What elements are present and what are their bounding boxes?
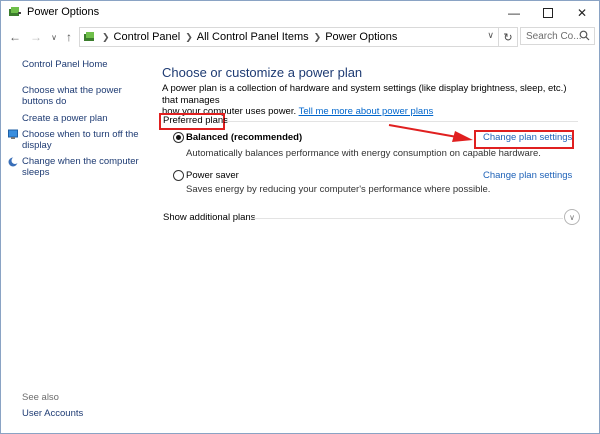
close-icon: ✕ — [576, 6, 588, 20]
power-saver-plan-description: Saves energy by reducing your computer's… — [186, 184, 491, 195]
sidebar-control-panel-home[interactable]: Control Panel Home — [22, 59, 108, 70]
sidebar-item-label: Create a power plan — [22, 113, 108, 124]
balanced-plan-description: Automatically balances performance with … — [186, 148, 541, 159]
forward-arrow-icon: → — [30, 30, 42, 44]
power-saver-radio[interactable] — [173, 170, 184, 181]
maximize-button[interactable] — [531, 1, 565, 25]
refresh-button[interactable]: ↻ — [498, 27, 518, 47]
back-button[interactable]: ← — [7, 29, 23, 45]
show-additional-plans-label[interactable]: Show additional plans — [163, 212, 255, 223]
sidebar-item-label: Choose what the power — [22, 85, 122, 96]
balanced-plan-name[interactable]: Balanced (recommended) — [186, 132, 302, 143]
page-title: Choose or customize a power plan — [162, 65, 363, 80]
see-also-heading: See also — [22, 392, 59, 403]
power-options-app-icon — [9, 7, 21, 16]
sidebar-item-create-plan[interactable]: Create a power plan — [22, 113, 108, 124]
up-arrow-icon: ↑ — [66, 30, 72, 44]
up-button[interactable]: ↑ — [61, 29, 77, 45]
close-button[interactable]: ✕ — [565, 1, 599, 25]
sidebar-item-sleep[interactable]: Change when the computer sleeps — [22, 156, 139, 178]
intro-text: A power plan is a collection of hardware… — [162, 83, 582, 118]
breadcrumb-control-panel[interactable]: Control Panel — [114, 31, 181, 43]
sidebar-item-power-buttons[interactable]: Choose what the power buttons do — [22, 85, 122, 107]
breadcrumb-separator-icon: ❯ — [102, 31, 110, 42]
sidebar-item-label: display — [22, 140, 52, 151]
power-saver-change-plan-settings-link[interactable]: Change plan settings — [483, 170, 572, 181]
power-saver-plan-name[interactable]: Power saver — [186, 170, 239, 181]
sidebar-item-label: sleeps — [22, 167, 50, 178]
annotation-arrow-icon — [388, 124, 473, 142]
chevron-down-icon: ∨ — [51, 32, 57, 42]
power-options-window: Power Options — ✕ ← → ∨ ↑ ❯ Control Pane… — [0, 0, 600, 434]
minimize-button[interactable]: — — [497, 1, 531, 25]
window-title: Power Options — [27, 6, 100, 18]
intro-line-1: A power plan is a collection of hardware… — [162, 83, 567, 106]
navigation-bar: ← → ∨ ↑ ❯ Control Panel ❯ All Control Pa… — [1, 25, 599, 49]
breadcrumb-separator-icon: ❯ — [185, 31, 193, 42]
display-icon — [8, 129, 18, 139]
minimize-icon: — — [508, 6, 520, 20]
expand-additional-plans-button[interactable]: ∨ — [564, 209, 580, 225]
sidebar-item-label: Choose when to turn off the — [22, 129, 139, 140]
refresh-icon: ↻ — [503, 31, 513, 44]
chevron-down-icon: ∨ — [569, 212, 575, 222]
sidebar-item-label: Change when the computer — [22, 156, 139, 167]
breadcrumb-separator-icon: ❯ — [313, 31, 322, 42]
address-dropdown-icon[interactable]: ∨ — [487, 30, 494, 41]
control-panel-icon — [84, 32, 94, 41]
moon-icon — [8, 157, 18, 167]
sidebar-user-accounts[interactable]: User Accounts — [22, 408, 83, 419]
sidebar-item-label: buttons do — [22, 96, 67, 107]
breadcrumb-all-items[interactable]: All Control Panel Items — [197, 31, 309, 43]
forward-button[interactable]: → — [28, 29, 44, 45]
search-icon — [579, 30, 590, 41]
preferred-plans-label: Preferred plans — [163, 115, 228, 126]
sidebar: Control Panel Home Choose what the power… — [1, 51, 151, 431]
sidebar-item-turn-off-display[interactable]: Choose when to turn off the display — [22, 129, 139, 151]
title-bar: Power Options — ✕ — [1, 1, 599, 25]
additional-plans-divider — [251, 218, 563, 219]
balanced-change-plan-settings-link[interactable]: Change plan settings — [483, 132, 572, 143]
recent-locations-button[interactable]: ∨ — [46, 29, 62, 45]
back-arrow-icon: ← — [9, 30, 21, 44]
maximize-icon — [543, 8, 553, 18]
search-placeholder: Search Co... — [526, 30, 582, 42]
search-input[interactable]: Search Co... — [520, 27, 595, 45]
tell-me-more-link[interactable]: Tell me more about power plans — [299, 106, 434, 117]
breadcrumb-power-options[interactable]: Power Options — [325, 31, 397, 43]
address-bar[interactable]: ❯ Control Panel ❯ All Control Panel Item… — [79, 27, 499, 47]
balanced-radio[interactable] — [173, 132, 184, 143]
